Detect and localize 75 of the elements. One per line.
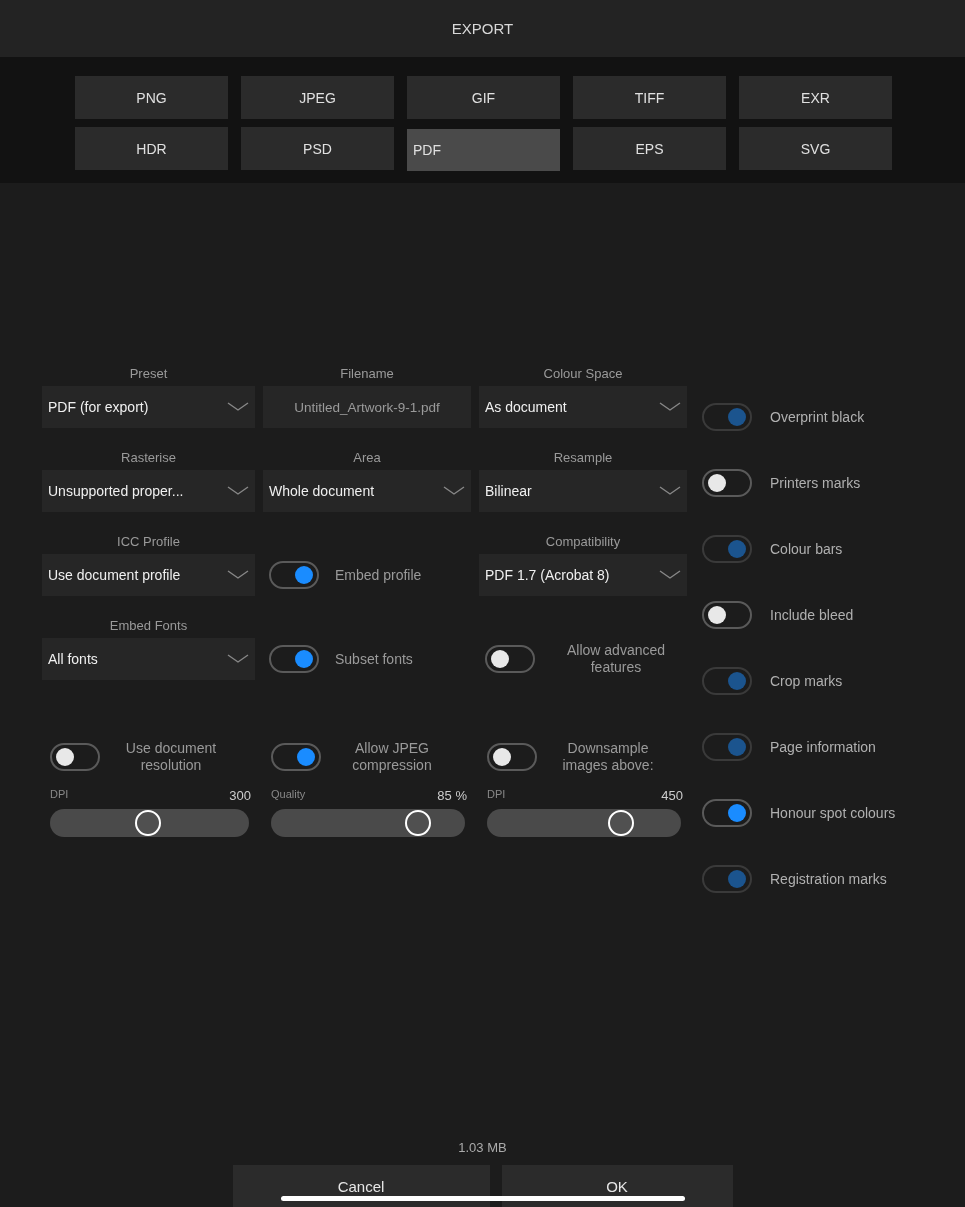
dropdown[interactable]: As document xyxy=(479,386,687,428)
option-label: Page information xyxy=(770,739,876,755)
option-label: Overprint black xyxy=(770,409,865,425)
option-label: Colour bars xyxy=(770,541,843,557)
format-tab[interactable]: HDR xyxy=(75,127,228,170)
toggle-label: Use document resolution xyxy=(124,740,218,774)
filename-field[interactable]: Untitled_Artwork-9-1.pdf xyxy=(263,386,471,428)
chevron-down-icon xyxy=(227,486,249,496)
setting-label: Filename xyxy=(340,365,394,383)
dropdown[interactable]: PDF (for export) xyxy=(42,386,255,428)
dropdown[interactable]: All fonts xyxy=(42,638,255,680)
setting-label: ICC Profile xyxy=(117,533,180,551)
slider-value: 85 % xyxy=(437,788,467,803)
toggle-switch[interactable] xyxy=(50,743,100,771)
option-label: Printers marks xyxy=(770,475,861,491)
option-label: Crop marks xyxy=(770,673,843,689)
toggle-label: Allow advanced features xyxy=(565,642,667,676)
toggle-label: Allow JPEG compression xyxy=(351,740,433,774)
format-tab[interactable]: EXR xyxy=(739,76,892,119)
format-tab[interactable]: GIF xyxy=(407,76,560,119)
dropdown[interactable]: Unsupported proper... xyxy=(42,470,255,512)
slider-thumb[interactable] xyxy=(134,810,161,836)
chevron-down-icon xyxy=(443,486,465,496)
toggle-switch[interactable] xyxy=(269,645,319,673)
dropdown[interactable]: Whole document xyxy=(263,470,471,512)
chevron-down-icon xyxy=(659,570,681,580)
slider-thumb[interactable] xyxy=(405,810,432,836)
slider-thumb[interactable] xyxy=(607,810,634,836)
file-size: 1.03 MB xyxy=(458,1140,507,1155)
toggle-label: Subset fonts xyxy=(335,650,413,668)
setting-label: Preset xyxy=(129,365,168,383)
slider[interactable] xyxy=(487,809,681,837)
toggle-switch[interactable] xyxy=(485,645,535,673)
toggle-switch[interactable] xyxy=(487,743,537,771)
format-tab[interactable]: PNG xyxy=(75,76,228,119)
dialog-title: EXPORT xyxy=(451,20,514,37)
option-label: Include bleed xyxy=(770,607,854,623)
format-tab[interactable]: SVG xyxy=(739,127,892,170)
setting-label: Area xyxy=(353,449,381,467)
chevron-down-icon xyxy=(227,570,249,580)
setting-label: Compatibility xyxy=(545,533,621,551)
slider[interactable] xyxy=(50,809,249,837)
slider-value: 300 xyxy=(229,788,251,803)
chevron-down-icon xyxy=(659,486,681,496)
toggle-switch[interactable] xyxy=(702,601,752,629)
dropdown[interactable]: Use document profile xyxy=(42,554,255,596)
format-tab[interactable]: EPS xyxy=(573,127,726,170)
option-label: Honour spot colours xyxy=(770,805,896,821)
toggle-switch[interactable] xyxy=(271,743,321,771)
slider-value: 450 xyxy=(661,788,683,803)
chevron-down-icon xyxy=(227,654,249,664)
toggle-switch[interactable] xyxy=(702,799,752,827)
dialog-button[interactable]: OK xyxy=(501,1165,733,1207)
dropdown[interactable]: PDF 1.7 (Acrobat 8) xyxy=(479,554,687,596)
toggle-label: Downsample images above: xyxy=(561,740,655,774)
chevron-down-icon xyxy=(659,402,681,412)
chevron-down-icon xyxy=(227,402,249,412)
slider-label: DPI xyxy=(50,788,69,802)
toggle-switch[interactable] xyxy=(269,561,319,589)
toggle-label: Embed profile xyxy=(335,566,422,584)
dialog-button[interactable]: Cancel xyxy=(232,1165,490,1207)
dropdown[interactable]: Bilinear xyxy=(479,470,687,512)
slider-label: DPI xyxy=(487,788,506,802)
setting-label: Colour Space xyxy=(543,365,623,383)
option-label: Registration marks xyxy=(770,871,887,887)
slider-label: Quality xyxy=(271,788,306,802)
slider[interactable] xyxy=(271,809,465,837)
format-tab[interactable]: PDF xyxy=(407,129,560,171)
setting-label: Resample xyxy=(553,449,613,467)
setting-label: Rasterise xyxy=(121,449,176,467)
format-tab[interactable]: PSD xyxy=(241,127,394,170)
toggle-switch[interactable] xyxy=(702,469,752,497)
setting-label: Embed Fonts xyxy=(109,617,188,635)
format-tab[interactable]: JPEG xyxy=(241,76,394,119)
format-tab[interactable]: TIFF xyxy=(573,76,726,119)
